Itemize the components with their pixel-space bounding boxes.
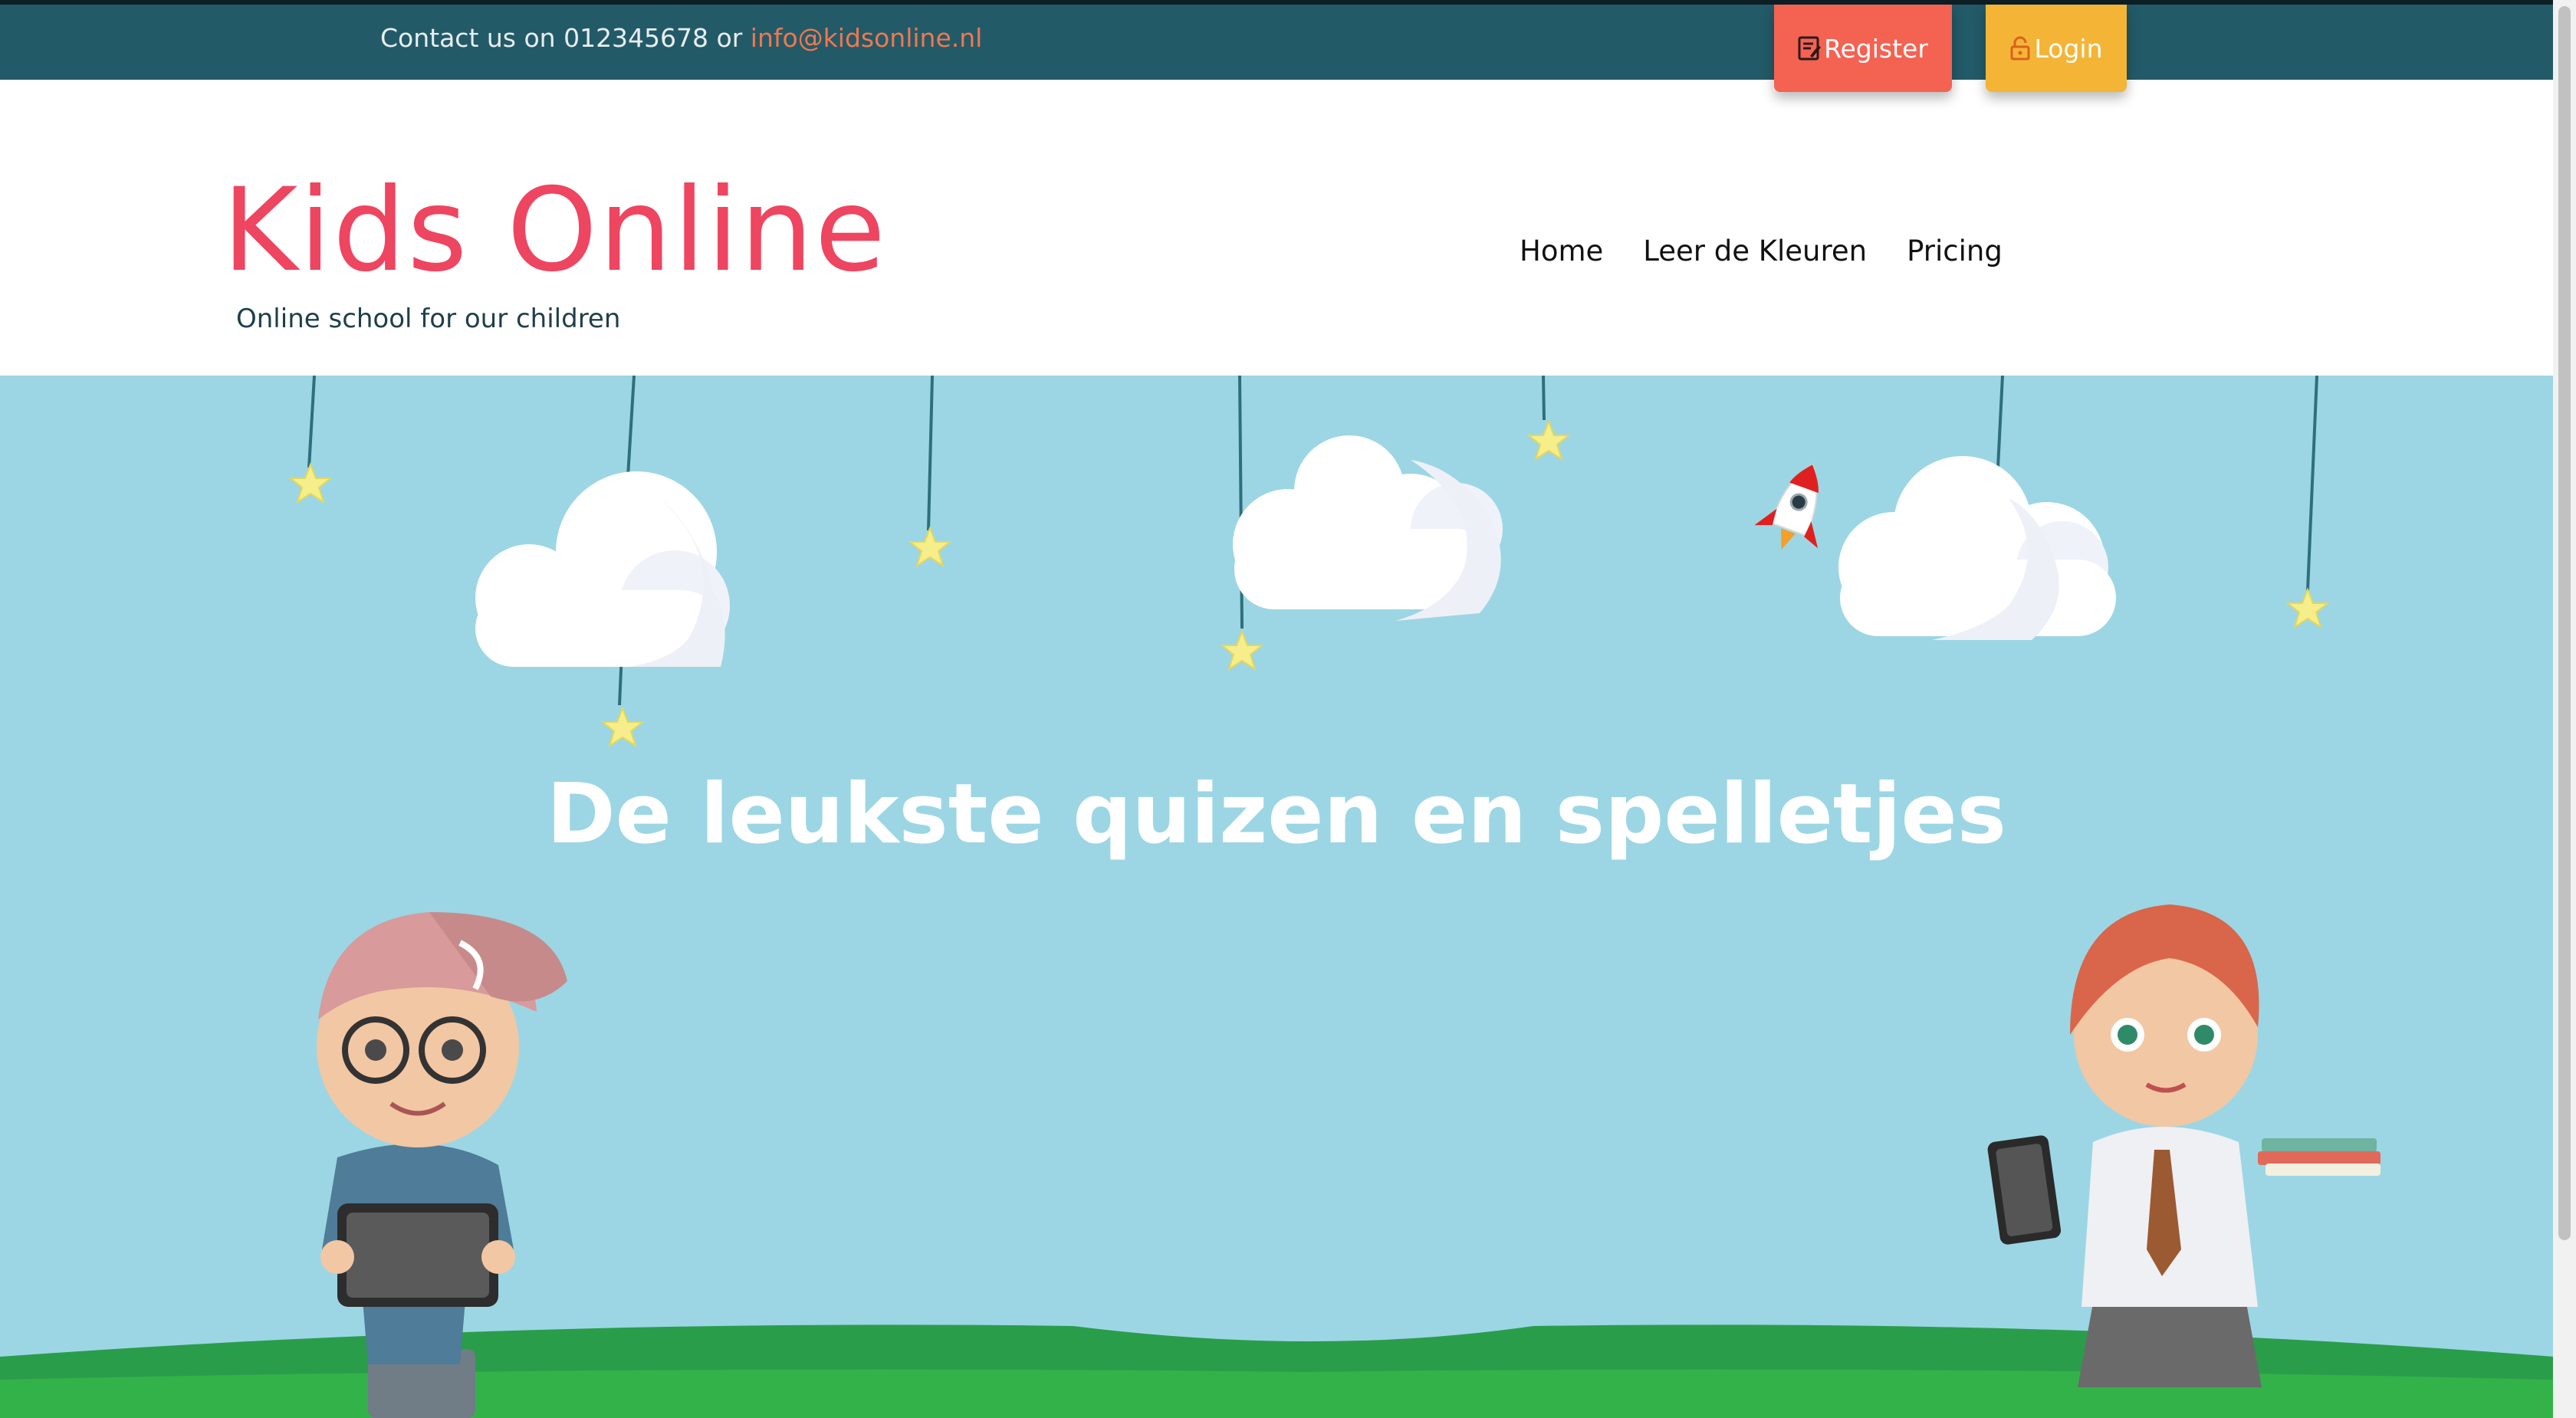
main-nav: Home Leer de Kleuren Pricing [1520,235,2003,268]
hero-illustration [0,376,2553,1418]
cloud-icon [1233,435,1503,621]
brand-subtitle: Online school for our children [236,304,621,334]
register-label: Register [1824,33,1928,64]
scrollbar-thumb[interactable] [2558,6,2571,1240]
top-bar: Contact us on 012345678 or info@kidsonli… [0,0,2553,80]
star-icon [909,527,951,566]
cloud-icon [1838,456,2116,640]
nav-home[interactable]: Home [1520,235,1603,268]
nav-leer-de-kleuren[interactable]: Leer de Kleuren [1643,235,1867,268]
site-header: Kids Online Online school for our childr… [0,80,2553,376]
contact-email-link[interactable]: info@kidsonline.nl [751,23,983,53]
page: Contact us on 012345678 or info@kidsonli… [0,0,2576,1418]
nav-pricing[interactable]: Pricing [1907,235,2003,268]
lock-icon [2009,36,2031,61]
register-button[interactable]: Register [1774,5,1952,92]
login-label: Login [2034,33,2103,64]
login-button[interactable]: Login [1986,5,2127,92]
cloud-icon [475,471,730,667]
contact-text: Contact us on 012345678 or [380,23,751,53]
star-icon [1221,631,1263,670]
contact-info: Contact us on 012345678 or info@kidsonli… [380,23,982,53]
star-icon [1528,421,1569,460]
star-icon [602,707,643,747]
star-icon [290,464,331,503]
star-icon [2287,589,2328,628]
hero-title: De leukste quizen en spelletjes [546,766,2007,862]
rocket-icon [1754,463,1819,550]
edit-note-icon [1798,36,1822,61]
page-scrollbar[interactable] [2553,0,2576,1418]
brand-logo-title[interactable]: Kids Online [222,173,887,288]
hero-banner: De leukste quizen en spelletjes [0,376,2553,1418]
girl-character-image [1987,904,2380,1387]
